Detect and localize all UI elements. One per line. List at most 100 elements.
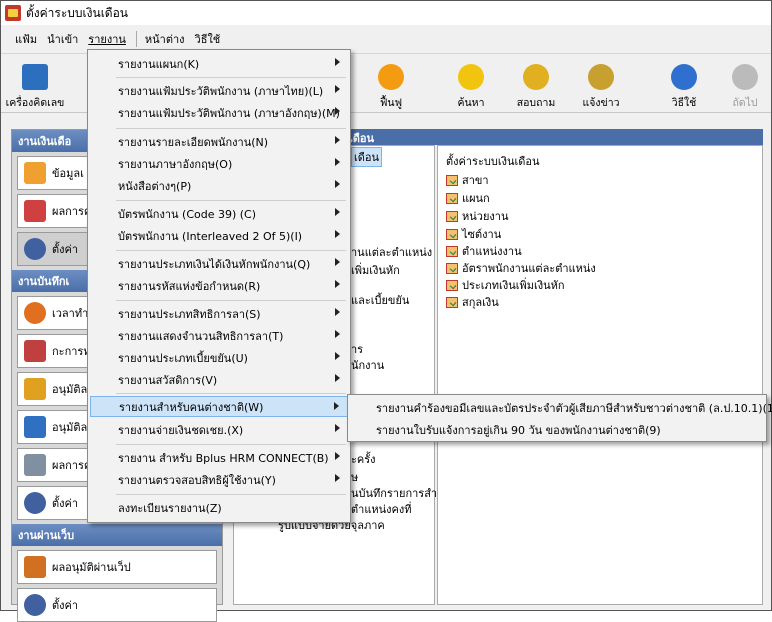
menu-item-leave-count[interactable]: รายงานแสดงจำนวนสิทธิการลา(T) [90, 325, 348, 346]
submenu-arrow-icon [335, 452, 340, 460]
gear-icon [24, 238, 46, 260]
help-button[interactable]: วิธีใช้ [654, 60, 714, 111]
list-item[interactable]: และเบี้ยขยัน [351, 291, 409, 309]
menu-item-card-code39[interactable]: บัตรพนักงาน (Code 39) (C) [90, 203, 348, 224]
submenu-arrow-icon [335, 474, 340, 482]
submenu-item-label: รายงานคำร้องขอมีเลขและบัตรประจำตัวผู้เสี… [376, 401, 772, 415]
menu-item-severance[interactable]: รายงานจ่ายเงินชดเชย.(X) [90, 419, 348, 440]
next-icon [732, 64, 758, 90]
tree-item-position-rate[interactable]: อัตราพนักงานแต่ละตำแหน่ง [446, 260, 596, 276]
report-icon [24, 454, 46, 476]
pencil-icon [24, 162, 46, 184]
menu-item-label: ลงทะเบียนรายงาน(Z) [118, 501, 222, 515]
menu-item-card-interleaved[interactable]: บัตรพนักงาน (Interleaved 2 Of 5)(I) [90, 225, 348, 246]
list-item[interactable]: เดือน [351, 147, 383, 167]
menu-report[interactable]: รายงาน [88, 30, 126, 48]
checklist-icon [446, 245, 458, 257]
menu-separator [116, 300, 346, 301]
submenu-item-90-day-report[interactable]: รายงานใบรับแจ้งการอยู่เกิน 90 วัน ของพนั… [350, 419, 764, 440]
submenu-arrow-icon [335, 85, 340, 93]
checklist-icon [446, 228, 458, 240]
search-button[interactable]: ค้นหา [441, 60, 501, 111]
menu-item-hrm-connect[interactable]: รายงาน สำหรับ Bplus HRM CONNECT(B) [90, 447, 348, 468]
nav-label: อนุมัติล [52, 421, 88, 434]
submenu-item-tax-id-request[interactable]: รายงานคำร้องขอมีเลขและบัตรประจำตัวผู้เสี… [350, 397, 772, 418]
menu-item-income-deduction-type[interactable]: รายงานประเภทเงินได้เงินหักพนักงาน(Q) [90, 253, 348, 274]
news-button[interactable]: แจ้งข่าว [571, 60, 631, 111]
menu-item-english-report[interactable]: รายงานภาษาอังกฤษ(O) [90, 153, 348, 174]
nav-web-settings[interactable]: ตั้งค่า [17, 588, 217, 622]
menu-item-label: รายงานภาษาอังกฤษ(O) [118, 157, 233, 171]
tree-item-department[interactable]: แผนก [446, 190, 490, 206]
menu-separator [116, 393, 346, 394]
list-item[interactable]: เพิ่มเงินหัก [351, 261, 400, 279]
menu-item-department-report[interactable]: รายงานแผนก(K) [90, 53, 348, 74]
submenu-arrow-icon [335, 424, 340, 432]
tree-item-label: ประเภทเงินเพิ่มเงินหัก [462, 279, 565, 292]
approve-icon [24, 378, 46, 400]
menu-import[interactable]: นำเข้า [47, 30, 78, 48]
menu-help[interactable]: วิธีใช้ [195, 30, 221, 48]
menu-item-label: รายงานประเภทสิทธิการลา(S) [118, 307, 261, 321]
menu-item-label: รายงานสำหรับคนต่างชาติ(W) [119, 400, 264, 414]
menu-item-leave-type[interactable]: รายงานประเภทสิทธิการลา(S) [90, 303, 348, 324]
tree-item-currency[interactable]: สกุลเงิน [446, 294, 499, 310]
tree-item-site[interactable]: ไซต์งาน [446, 226, 501, 242]
menu-item-employee-detail[interactable]: รายงานรายละเอียดพนักงาน(N) [90, 131, 348, 152]
tree-item-unit[interactable]: หน่วยงาน [446, 208, 508, 224]
checklist-icon [446, 210, 458, 222]
submenu-arrow-icon [335, 352, 340, 360]
tree-item-position[interactable]: ตำแหน่งงาน [446, 243, 522, 259]
tree-item-label: ตำแหน่งงาน [462, 245, 522, 258]
refresh-button[interactable]: ฟื้นฟู [361, 60, 421, 111]
submenu-arrow-icon [335, 330, 340, 338]
search-label: ค้นหา [457, 97, 485, 109]
menu-item-register-report[interactable]: ลงทะเบียนรายงาน(Z) [90, 497, 348, 518]
next-button[interactable]: ถัดไป [715, 60, 772, 111]
menu-item-label: บัตรพนักงาน (Interleaved 2 Of 5)(I) [118, 229, 303, 243]
inquiry-label: สอบถาม [516, 97, 556, 109]
menu-item-label: รายงานประเภทเงินได้เงินหักพนักงาน(Q) [118, 257, 311, 271]
tree-item-label: สกุลเงิน [462, 296, 499, 309]
tree-item-income-deduction[interactable]: ประเภทเงินเพิ่มเงินหัก [446, 277, 565, 293]
calculator-icon [22, 64, 48, 90]
menu-item-user-rights[interactable]: รายงานตรวจสอบสิทธิผู้ใช้งาน(Y) [90, 469, 348, 490]
submenu-arrow-icon [334, 402, 339, 410]
menu-item-documents[interactable]: หนังสือต่างๆ(P) [90, 175, 348, 196]
help-label: วิธีใช้ [671, 97, 697, 109]
menu-separator [116, 444, 346, 445]
tree-item-branch[interactable]: สาขา [446, 172, 489, 188]
refresh-icon [378, 64, 404, 90]
menu-item-label: รายงานประเภทเบี้ยขยัน(U) [118, 351, 248, 365]
menu-window[interactable]: หน้าต่าง [145, 30, 185, 48]
menu-item-foreigner-report[interactable]: รายงานสำหรับคนต่างชาติ(W) [90, 396, 348, 417]
menu-separator [116, 77, 346, 78]
nav-label: ตั้งค่า [52, 599, 79, 612]
list-item[interactable]: านแต่ละตำแหน่ง [351, 243, 432, 261]
menu-file[interactable]: แฟ้ม [15, 30, 37, 48]
menu-item-employee-profile-th[interactable]: รายงานแฟ้มประวัติพนักงาน (ภาษาไทย)(L) [90, 80, 348, 101]
menu-item-label: รายงานจ่ายเงินชดเชย.(X) [118, 423, 244, 437]
nav-web-approval[interactable]: ผลอนุมัติผ่านเว็ป [17, 550, 217, 584]
menu-item-label: รายงานสวัสดิการ(V) [118, 373, 218, 387]
news-label: แจ้งข่าว [582, 97, 620, 109]
menu-item-label: รายงานรหัสแห่งข้อกำหนด(R) [118, 279, 261, 293]
nav-label: ผลการค [52, 205, 92, 218]
submenu-arrow-icon [335, 180, 340, 188]
calculator-button[interactable]: เครื่องคิดเลข [5, 60, 65, 111]
nav-label: ข้อมูลเ [52, 167, 84, 180]
search-icon [458, 64, 484, 90]
menu-item-diligence-type[interactable]: รายงานประเภทเบี้ยขยัน(U) [90, 347, 348, 368]
nav-label: เวลาทำ [52, 307, 89, 320]
refresh-label: ฟื้นฟู [379, 97, 403, 109]
list-item[interactable]: ะครั้ง [351, 450, 376, 468]
inquiry-button[interactable]: สอบถาม [506, 60, 566, 111]
menu-item-welfare[interactable]: รายงานสวัสดิการ(V) [90, 369, 348, 390]
gear-icon [24, 492, 46, 514]
menu-item-employee-profile-en[interactable]: รายงานแฟ้มประวัติพนักงาน (ภาษาอังกฤษ)(M) [90, 102, 348, 123]
section-header-web[interactable]: งานผ่านเว็บ [12, 524, 222, 546]
list-item[interactable]: นักงาน [351, 356, 384, 374]
tree-item-label: หน่วยงาน [462, 210, 509, 223]
menu-item-condition-code[interactable]: รายงานรหัสแห่งข้อกำหนด(R) [90, 275, 348, 296]
menu-separator [116, 128, 346, 129]
